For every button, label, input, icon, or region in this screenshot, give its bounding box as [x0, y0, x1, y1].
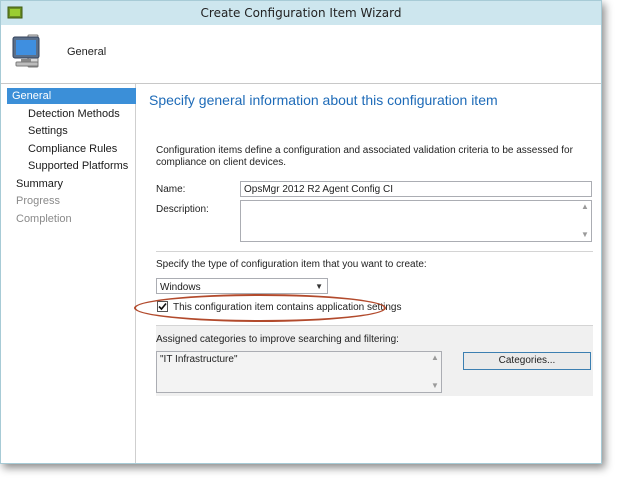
main-content: Specify general information about this c… [136, 84, 601, 463]
name-field[interactable] [240, 181, 592, 197]
chevron-down-icon: ▼ [315, 282, 323, 291]
wizard-header: General [1, 25, 601, 84]
description-label: Description: [156, 204, 209, 215]
nav-item-settings[interactable]: Settings [23, 123, 68, 139]
type-select[interactable]: Windows ▼ [156, 278, 328, 294]
separator [156, 251, 593, 252]
type-label: Specify the type of configuration item t… [156, 259, 427, 270]
nav-item-compliance-rules[interactable]: Compliance Rules [23, 141, 117, 157]
nav-item-general[interactable]: General [7, 88, 138, 104]
wizard-nav: General Detection Methods Settings Compl… [1, 84, 138, 463]
computer-monitor-icon [11, 31, 55, 73]
categories-label: Assigned categories to improve searching… [156, 334, 399, 345]
intro-text: Configuration items define a configurati… [156, 145, 573, 168]
categories-button[interactable]: Categories... [463, 352, 591, 370]
wizard-window: Create Configuration Item Wizard General… [0, 0, 602, 464]
categories-group: Assigned categories to improve searching… [156, 325, 593, 396]
type-select-value: Windows [160, 282, 201, 293]
scroll-down-icon[interactable]: ▼ [431, 382, 439, 390]
description-field[interactable]: ▲ ▼ [240, 200, 592, 242]
categories-value: "IT Infrastructure" [160, 354, 238, 365]
highlight-oval [134, 294, 386, 322]
scroll-up-icon[interactable]: ▲ [431, 354, 439, 362]
nav-item-detection-methods[interactable]: Detection Methods [23, 106, 120, 122]
nav-item-completion: Completion [16, 213, 72, 225]
description-scrollbar[interactable]: ▲ ▼ [579, 201, 591, 241]
scroll-up-icon[interactable]: ▲ [581, 203, 589, 211]
nav-item-progress: Progress [16, 195, 61, 207]
page-heading: Specify general information about this c… [149, 92, 498, 108]
scroll-down-icon[interactable]: ▼ [581, 231, 589, 239]
nav-item-summary[interactable]: Summary [11, 176, 63, 192]
nav-item-supported-platforms[interactable]: Supported Platforms [23, 158, 128, 174]
window-title: Create Configuration Item Wizard [200, 6, 402, 20]
name-label: Name: [156, 184, 186, 195]
categories-list[interactable]: "IT Infrastructure" ▲ ▼ [156, 351, 442, 393]
categories-scrollbar[interactable]: ▲ ▼ [429, 352, 441, 392]
header-title: General [67, 46, 107, 58]
title-bar[interactable]: Create Configuration Item Wizard [1, 1, 601, 25]
